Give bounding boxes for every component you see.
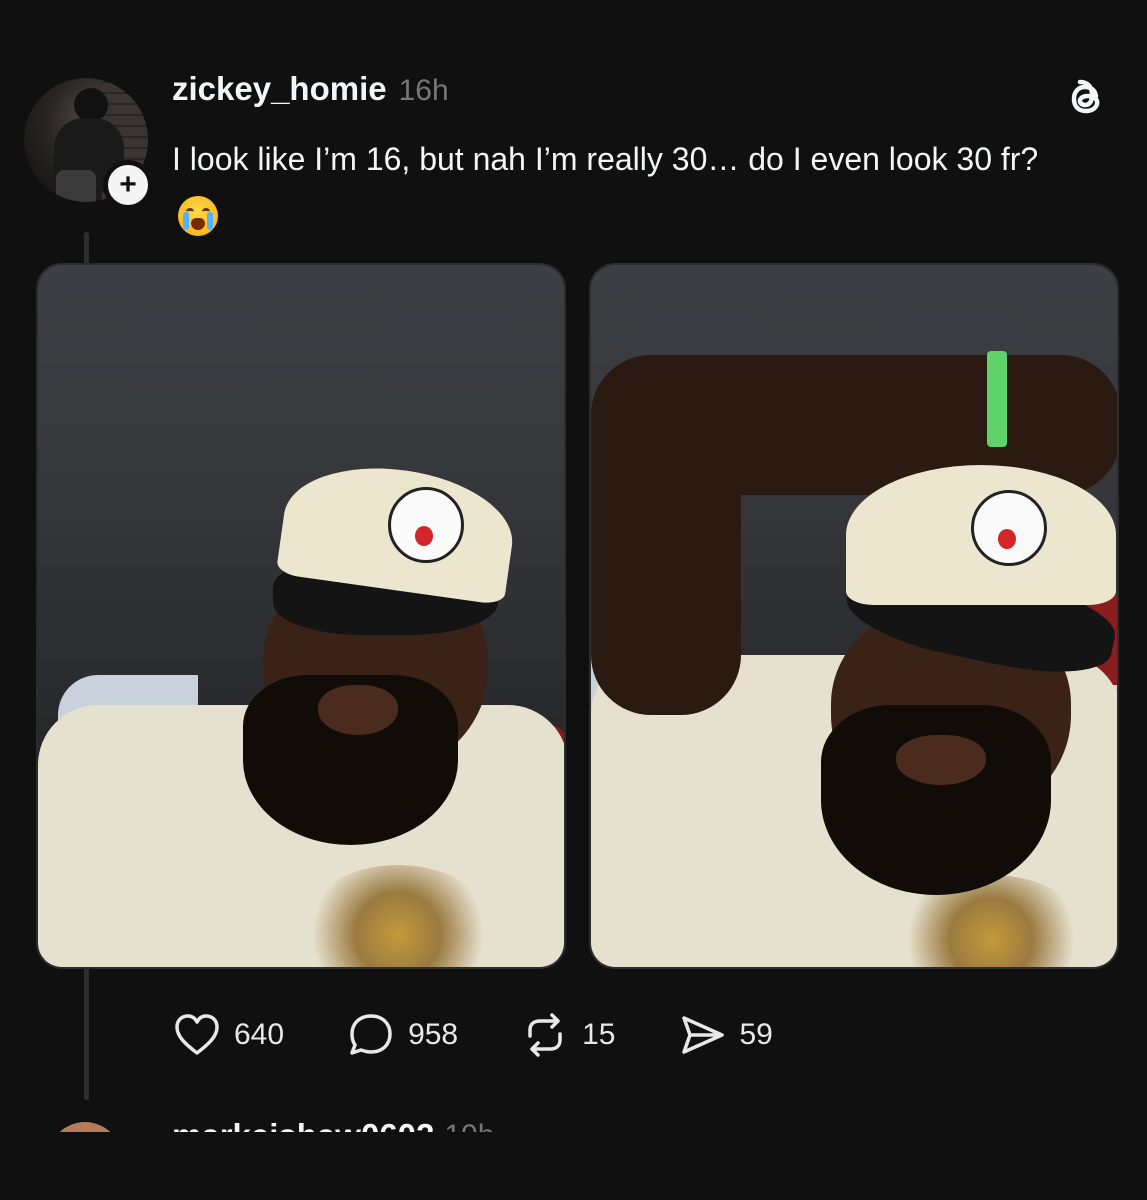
comment-bubble-icon [350,1014,392,1055]
post-body: I look like I’m 16, but nah I’m really 3… [172,141,1039,177]
follow-button[interactable]: + [103,160,153,210]
post-header: zickey_homie 16h [172,70,449,108]
send-icon [681,1016,724,1054]
post-actions: 640 958 15 59 [172,1008,835,1062]
reply-count: 958 [408,1018,459,1051]
timestamp: 16h [398,74,449,107]
like-count: 640 [234,1018,285,1051]
reply-button[interactable]: 958 [346,1010,458,1060]
post-text: I look like I’m 16, but nah I’m really 3… [172,132,1072,240]
repost-icon [528,1013,562,1057]
repost-count: 15 [582,1018,616,1051]
threads-logo-icon[interactable] [1063,76,1109,122]
threads-post-screen: + zickey_homie 16h I look like I’m 16, b… [0,0,1147,1200]
next-reply-header[interactable]: markeishaw0602 10h [172,1108,494,1132]
next-reply-time: 10h [444,1108,494,1132]
share-count: 59 [739,1018,773,1051]
plus-icon: + [119,168,137,201]
share-button[interactable]: 59 [678,1010,773,1060]
repost-button[interactable]: 15 [520,1010,616,1060]
heart-icon [175,1014,219,1055]
username[interactable]: zickey_homie [172,70,387,108]
loudly-crying-face-icon [178,195,218,236]
like-button[interactable]: 640 [172,1010,284,1060]
bottom-fade [0,1132,1147,1200]
next-reply-username: markeishaw0602 [172,1108,434,1132]
post-image-2[interactable] [589,263,1119,969]
post-image-1[interactable] [36,263,566,969]
